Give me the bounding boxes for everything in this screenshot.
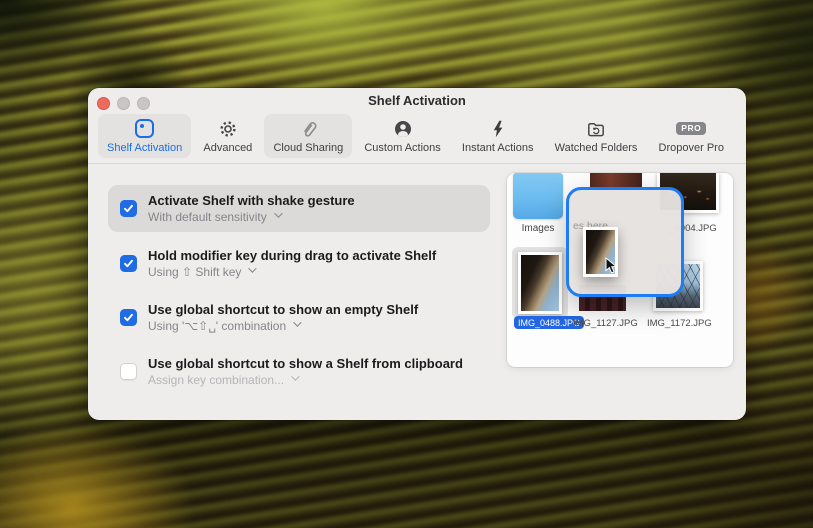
toolbar-separator bbox=[88, 163, 746, 164]
setting-row-shake-gesture: Activate Shelf with shake gesture With d… bbox=[108, 185, 490, 232]
cropped-thumbnail bbox=[590, 173, 642, 187]
tab-cloud-sharing[interactable]: Cloud Sharing bbox=[264, 114, 353, 158]
tab-custom-actions[interactable]: Custom Actions bbox=[355, 114, 449, 158]
setting-row-modifier-key: Hold modifier key during drag to activat… bbox=[108, 240, 490, 287]
watched-folder-icon bbox=[586, 118, 606, 139]
setting-label: Use global shortcut to show an empty She… bbox=[148, 302, 419, 317]
chevron-down-icon bbox=[293, 318, 302, 327]
tab-shelf-activation[interactable]: Shelf Activation bbox=[98, 114, 192, 158]
toolbar: Shelf Activation Advanced Cloud Sharing … bbox=[98, 114, 733, 158]
checkbox-clipboard-shelf-shortcut[interactable] bbox=[120, 363, 137, 380]
setting-row-empty-shelf-shortcut: Use global shortcut to show an empty She… bbox=[108, 294, 490, 341]
chevron-down-icon bbox=[248, 264, 258, 273]
titlebar[interactable]: Shelf Activation bbox=[88, 88, 746, 112]
checkmark-icon bbox=[124, 204, 133, 213]
checkbox-shake-gesture[interactable] bbox=[120, 200, 137, 217]
tab-advanced[interactable]: Advanced bbox=[194, 114, 261, 158]
folder-label: Images bbox=[521, 223, 555, 234]
chevron-down-icon bbox=[273, 209, 283, 218]
shortcut-dropdown[interactable]: Using '⌥⇧␣' combination bbox=[148, 318, 418, 333]
mouse-cursor-icon bbox=[605, 257, 618, 274]
setting-row-clipboard-shelf-shortcut: Use global shortcut to show a Shelf from… bbox=[108, 348, 490, 395]
dropover-preferences-window: Shelf Activation Shelf Activation Advanc… bbox=[88, 88, 746, 420]
setting-label: Activate Shelf with shake gesture bbox=[148, 193, 355, 208]
folder-icon bbox=[513, 173, 563, 219]
window-title: Shelf Activation bbox=[368, 93, 466, 108]
setting-label: Hold modifier key during drag to activat… bbox=[148, 248, 437, 263]
person-icon bbox=[393, 118, 413, 139]
checkbox-modifier-key[interactable] bbox=[120, 255, 137, 272]
sensitivity-dropdown[interactable]: With default sensitivity bbox=[148, 209, 355, 224]
desktop: Shelf Activation Shelf Activation Advanc… bbox=[0, 0, 813, 528]
checkmark-icon bbox=[124, 313, 133, 322]
file-label: IMG_1127.JPG bbox=[573, 318, 638, 329]
paperclip-icon bbox=[298, 118, 318, 139]
checkbox-empty-shelf-shortcut[interactable] bbox=[120, 309, 137, 326]
tab-watched-folders[interactable]: Watched Folders bbox=[546, 114, 647, 158]
modifier-key-dropdown[interactable]: Using ⇧ Shift key bbox=[148, 264, 436, 279]
assign-shortcut-dropdown[interactable]: Assign key combination... bbox=[148, 372, 463, 387]
pro-badge: PRO bbox=[676, 118, 707, 139]
gear-icon bbox=[218, 118, 238, 139]
tab-instant-actions[interactable]: Instant Actions bbox=[453, 114, 543, 158]
photo-thumbnail-0488 bbox=[518, 252, 562, 314]
chevron-down-icon bbox=[291, 372, 300, 381]
setting-label: Use global shortcut to show a Shelf from… bbox=[148, 356, 463, 371]
tab-dropover-pro[interactable]: PRO Dropover Pro bbox=[650, 114, 733, 158]
checkmark-icon bbox=[124, 259, 133, 268]
file-label: IMG_1172.JPG bbox=[647, 318, 712, 329]
shelf-icon bbox=[135, 118, 155, 139]
demo-preview-panel: Images _0004.JPG IMG_0488.JPG IMG_1127.J… bbox=[507, 173, 733, 367]
bolt-icon bbox=[488, 118, 508, 139]
